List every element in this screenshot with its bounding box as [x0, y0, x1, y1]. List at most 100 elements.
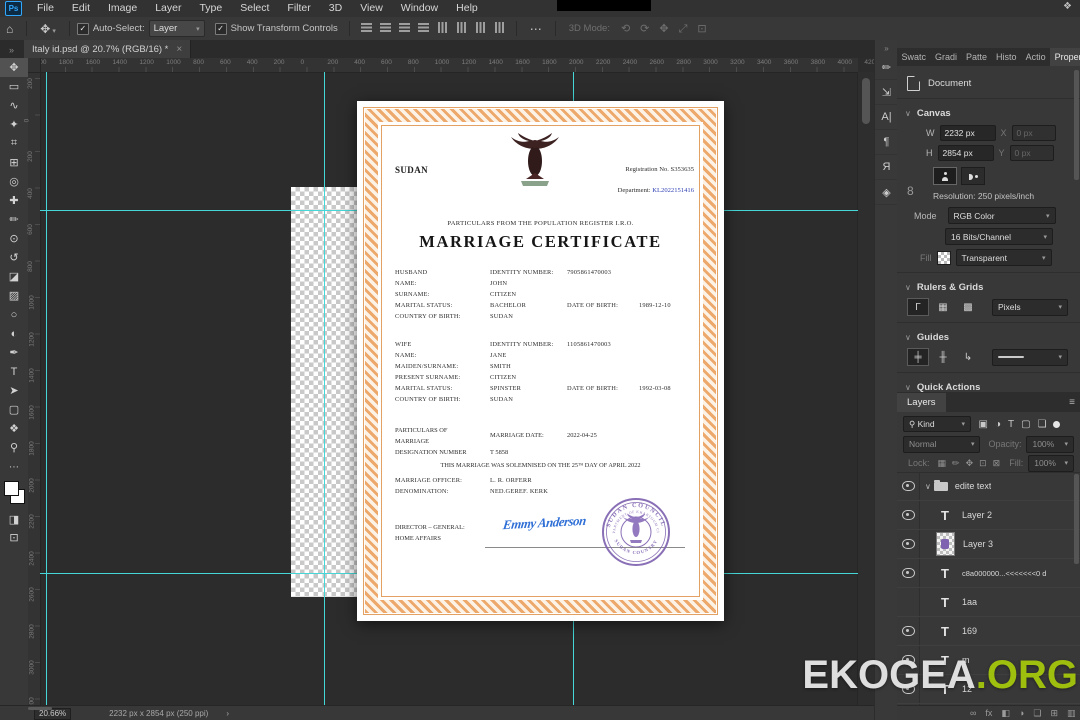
- layer-row-8[interactable]: T 12: [897, 675, 1080, 704]
- filter-adjustment-layers-icon[interactable]: ◑: [991, 419, 1004, 430]
- menu-bar-right-icon[interactable]: ❖: [1063, 1, 1072, 12]
- 3d-panel-icon[interactable]: ◈: [875, 180, 898, 205]
- history-brush-tool[interactable]: ↺: [0, 248, 28, 267]
- guides-new-icon[interactable]: ╫: [932, 348, 954, 366]
- grid-icon[interactable]: ▦: [932, 298, 954, 316]
- healing-brush-tool[interactable]: ✚: [0, 191, 28, 210]
- dodge-tool[interactable]: ◐: [0, 324, 28, 343]
- menu-window[interactable]: Window: [392, 0, 447, 17]
- eraser-tool[interactable]: ◪: [0, 267, 28, 286]
- quick-mask-button[interactable]: ◨: [0, 510, 28, 528]
- expand-caret-icon[interactable]: ∨: [925, 482, 931, 491]
- guide-vertical-2[interactable]: [324, 72, 325, 705]
- align-bottom-edges-icon[interactable]: [398, 22, 410, 32]
- app-icon[interactable]: Ps: [5, 1, 22, 16]
- panel-tab-actio[interactable]: Actio: [1021, 48, 1050, 66]
- new-group-icon[interactable]: ❏: [1029, 708, 1046, 719]
- path-selection-tool[interactable]: ➤: [0, 381, 28, 400]
- adjustment-layer-icon[interactable]: ◑: [1014, 708, 1028, 718]
- layer-visibility-toggle[interactable]: [897, 675, 920, 703]
- menu-image[interactable]: Image: [99, 0, 146, 17]
- layer-mask-icon[interactable]: ◧: [997, 708, 1015, 719]
- ruler-corner-icon[interactable]: Γ: [907, 298, 929, 316]
- home-icon[interactable]: ⌂: [0, 22, 19, 36]
- link-layers-icon[interactable]: ∞: [965, 708, 980, 718]
- current-tool-preset[interactable]: ✥ ▾: [34, 22, 62, 36]
- show-transform-checkbox[interactable]: ✓: [214, 22, 227, 35]
- guides-clear-icon[interactable]: ↳: [957, 348, 979, 366]
- panel-tab-histo[interactable]: Histo: [992, 48, 1022, 66]
- properties-scrollbar[interactable]: [1074, 70, 1079, 386]
- rulers-grids-section-header[interactable]: ∨ Rulers & Grids: [905, 279, 1080, 295]
- guides-section-header[interactable]: ∨ Guides: [905, 329, 1080, 345]
- layer-row-6[interactable]: T 169: [897, 617, 1080, 646]
- brush-tool[interactable]: ✏: [0, 210, 28, 229]
- rectangular-marquee-tool[interactable]: ▭: [0, 77, 28, 96]
- bit-depth-select[interactable]: 16 Bits/Channel ▾: [945, 228, 1053, 245]
- align-top-edges-icon[interactable]: [360, 22, 372, 32]
- auto-select-checkbox[interactable]: ✓: [76, 22, 89, 35]
- delete-layer-icon[interactable]: ▥: [1062, 708, 1080, 719]
- panel-tab-patte[interactable]: Patte: [962, 48, 992, 66]
- new-layer-icon[interactable]: ⊞: [1046, 708, 1063, 719]
- gradient-tool[interactable]: ▨: [0, 286, 28, 305]
- fill-select[interactable]: Transparent ▾: [955, 249, 1052, 266]
- status-options-icon[interactable]: ›: [226, 709, 229, 718]
- lock-position-icon[interactable]: ✥: [963, 458, 977, 468]
- layer-row-7[interactable]: Tm: [897, 646, 1080, 675]
- filter-type-layers-icon[interactable]: T: [1005, 419, 1018, 430]
- layers-panel-menu-icon[interactable]: ≡: [1064, 394, 1080, 412]
- lock-image-pixels-icon[interactable]: ✏: [949, 458, 963, 468]
- hand-tool[interactable]: ❖: [0, 419, 28, 438]
- mode-select[interactable]: RGB Color ▾: [947, 207, 1056, 224]
- panel-tab-properties[interactable]: Properties: [1050, 48, 1080, 66]
- panel-tab-swatc[interactable]: Swatc: [897, 48, 931, 66]
- menu-type[interactable]: Type: [190, 0, 231, 17]
- panel-tab-gradi[interactable]: Gradi: [931, 48, 962, 66]
- crop-tool[interactable]: ⌗: [0, 134, 28, 153]
- height-field[interactable]: 2854 px: [937, 145, 994, 161]
- frame-tool[interactable]: ⊞: [0, 153, 28, 172]
- width-field[interactable]: 2232 px: [939, 125, 996, 141]
- layer-visibility-toggle[interactable]: [897, 472, 920, 500]
- menu-layer[interactable]: Layer: [146, 0, 190, 17]
- opacity-select[interactable]: 100% ▾: [1026, 435, 1074, 453]
- align-vertical-centers-icon[interactable]: [379, 22, 391, 32]
- document-tab[interactable]: Italy id.psd @ 20.7% (RGB/16) * ×: [24, 40, 192, 58]
- character-panel-icon[interactable]: A|: [875, 105, 898, 130]
- align-horizontal-centers-icon[interactable]: [456, 21, 466, 33]
- filter-shape-layers-icon[interactable]: ▢: [1018, 419, 1034, 430]
- menu-help[interactable]: Help: [447, 0, 487, 17]
- document-viewport[interactable]: SUDAN Registration No. S353635 Departmen…: [40, 72, 858, 705]
- screen-mode-button[interactable]: ⊡: [0, 528, 28, 546]
- rectangle-tool[interactable]: ▢: [0, 400, 28, 419]
- layer-row-3[interactable]: Layer 3: [897, 530, 1080, 559]
- certificate-document[interactable]: SUDAN Registration No. S353635 Departmen…: [357, 101, 724, 621]
- lock-transparent-pixels-icon[interactable]: ▦: [935, 458, 950, 468]
- menu-select[interactable]: Select: [231, 0, 278, 17]
- align-left-edges-icon[interactable]: [437, 21, 447, 33]
- fill-swatch[interactable]: [936, 250, 951, 265]
- layer-row-4[interactable]: Tc8a000000...<<<<<<<0 d: [897, 559, 1080, 588]
- filter-pixel-layers-icon[interactable]: ▣: [975, 419, 991, 430]
- layers-scrollbar[interactable]: [1074, 472, 1079, 702]
- zoom-tool[interactable]: ⚲: [0, 438, 28, 457]
- move-tool[interactable]: ✥: [0, 58, 28, 77]
- blend-mode-select[interactable]: Normal ▾: [903, 435, 981, 453]
- foreground-color-swatch[interactable]: [4, 481, 19, 496]
- more-options-icon[interactable]: ⋯: [524, 22, 548, 36]
- layer-visibility-toggle[interactable]: [897, 617, 920, 645]
- panel-collapse-icon[interactable]: »: [875, 40, 898, 55]
- filter-smart-objects-icon[interactable]: ❏: [1034, 419, 1050, 430]
- orientation-landscape-button[interactable]: [961, 167, 985, 185]
- layer-filter-select[interactable]: ⚲ Kind ▾: [903, 416, 971, 432]
- layer-visibility-toggle[interactable]: [897, 646, 920, 674]
- layer-visibility-toggle[interactable]: [897, 588, 920, 616]
- clone-source-panel-icon[interactable]: ⇲: [875, 80, 898, 105]
- auto-select-target-dropdown[interactable]: Layer ▾: [148, 20, 205, 37]
- layer-row-1[interactable]: ∨ edite text: [897, 472, 1080, 501]
- layer-visibility-toggle[interactable]: [897, 559, 920, 587]
- glyphs-panel-icon[interactable]: Я: [875, 155, 898, 180]
- eyedropper-tool[interactable]: ◎: [0, 172, 28, 191]
- menu-edit[interactable]: Edit: [63, 0, 99, 17]
